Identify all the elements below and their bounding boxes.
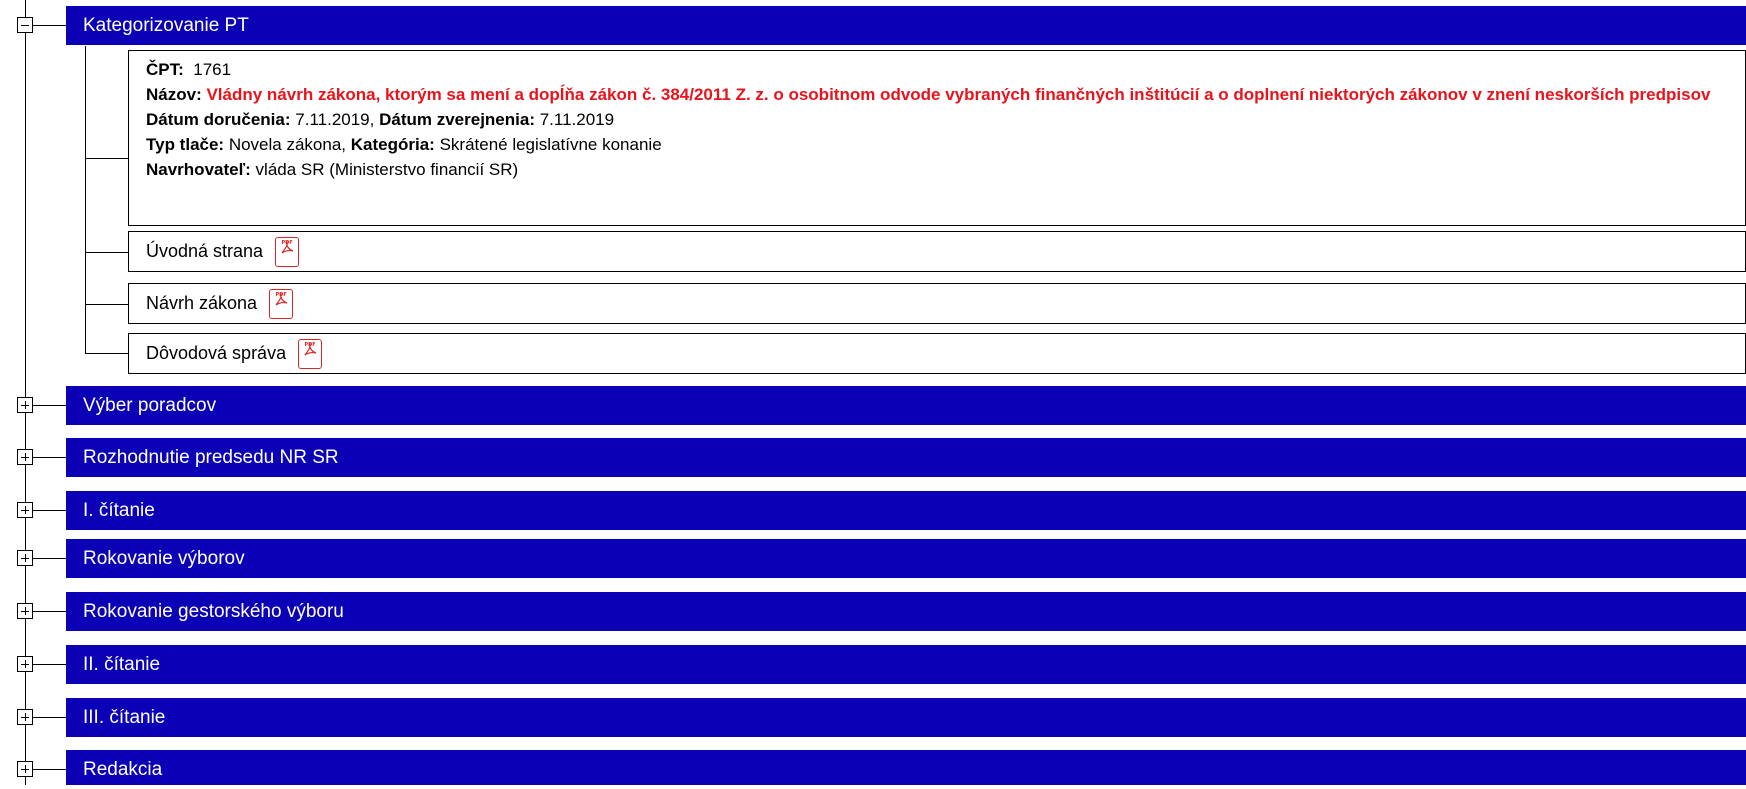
tree-connector bbox=[85, 158, 128, 159]
expand-toggle-redakcia[interactable] bbox=[17, 761, 33, 777]
tree-connector bbox=[85, 304, 128, 305]
typ-tlace-value: Novela zákona bbox=[228, 135, 342, 154]
document-navrh-zakona: Návrh zákona PDF bbox=[128, 283, 1746, 324]
nazov-label: Názov: bbox=[146, 85, 202, 104]
expand-toggle-rokovanie-vyborov[interactable] bbox=[17, 550, 33, 566]
expand-toggle-vyber-poradcov[interactable] bbox=[17, 397, 33, 413]
document-label: Úvodná strana bbox=[146, 241, 264, 261]
expand-toggle-rozhodnutie-predsedu[interactable] bbox=[17, 449, 33, 465]
expand-toggle-ii-citanie[interactable] bbox=[17, 656, 33, 672]
document-label: Dôvodová správa bbox=[146, 343, 287, 363]
tree-connector bbox=[85, 252, 128, 253]
tree-connector bbox=[33, 457, 66, 458]
document-label: Návrh zákona bbox=[146, 293, 258, 313]
section-rokovanie-vyborov[interactable]: Rokovanie výborov bbox=[66, 539, 1746, 578]
document-dovodova-sprava: Dôvodová správa PDF bbox=[128, 333, 1746, 374]
pdf-icon[interactable]: PDF bbox=[275, 236, 300, 267]
tree-connector bbox=[33, 611, 66, 612]
typ-tlace-label: Typ tlače: bbox=[146, 135, 225, 154]
expand-toggle-i-citanie[interactable] bbox=[17, 502, 33, 518]
tree-connector bbox=[33, 664, 66, 665]
navrhovatel-label: Navrhovateľ: bbox=[146, 160, 251, 179]
section-redakcia[interactable]: Redakcia bbox=[66, 750, 1746, 785]
tree-connector bbox=[33, 717, 66, 718]
tree-line-children bbox=[85, 46, 86, 353]
section-rokovanie-gestorskeho-vyboru[interactable]: Rokovanie gestorského výboru bbox=[66, 592, 1746, 631]
datum-zverejnenia-label: Dátum zverejnenia: bbox=[379, 110, 535, 129]
kategoria-label: Kategória: bbox=[350, 135, 435, 154]
expand-toggle-rokovanie-gestorskeho-vyboru[interactable] bbox=[17, 603, 33, 619]
cpt-label: ČPT: bbox=[146, 60, 184, 79]
datum-dorucenia-label: Dátum doručenia: bbox=[146, 110, 291, 129]
pdf-icon-label: PDF bbox=[304, 341, 316, 348]
tree-connector bbox=[33, 510, 66, 511]
expand-toggle-iii-citanie[interactable] bbox=[17, 709, 33, 725]
tree-connector bbox=[33, 558, 66, 559]
section-i-citanie[interactable]: I. čítanie bbox=[66, 491, 1746, 530]
datum-dorucenia-value: 7.11.2019 bbox=[295, 110, 370, 129]
tree-connector bbox=[33, 25, 66, 26]
bill-title: Vládny návrh zákona, ktorým sa mení a do… bbox=[206, 85, 1711, 104]
kategoria-value: Skrátené legislatívne konanie bbox=[439, 135, 662, 154]
document-uvodna-strana: Úvodná strana PDF bbox=[128, 231, 1746, 272]
tree-connector bbox=[33, 405, 66, 406]
pdf-icon-label: PDF bbox=[281, 239, 293, 246]
tree-connector bbox=[33, 769, 66, 770]
navrhovatel-value: vláda SR (Ministerstvo financií SR) bbox=[255, 160, 519, 179]
datum-zverejnenia-value: 7.11.2019 bbox=[539, 110, 615, 129]
cpt-value: 1761 bbox=[193, 60, 232, 79]
section-iii-citanie[interactable]: III. čítanie bbox=[66, 698, 1746, 737]
bill-details: ČPT: 1761 Názov: Vládny návrh zákona, kt… bbox=[128, 50, 1746, 226]
section-rozhodnutie-predsedu[interactable]: Rozhodnutie predsedu NR SR bbox=[66, 438, 1746, 477]
separator: , bbox=[369, 110, 380, 129]
separator: , bbox=[341, 135, 351, 154]
section-vyber-poradcov[interactable]: Výber poradcov bbox=[66, 386, 1746, 425]
pdf-icon[interactable]: PDF bbox=[269, 288, 294, 319]
section-kategorizovanie-pt[interactable]: Kategorizovanie PT bbox=[66, 6, 1746, 45]
pdf-icon-label: PDF bbox=[275, 291, 287, 298]
section-ii-citanie[interactable]: II. čítanie bbox=[66, 645, 1746, 684]
collapse-toggle-kategorizovanie[interactable] bbox=[17, 17, 33, 33]
tree-connector bbox=[85, 353, 128, 354]
pdf-icon[interactable]: PDF bbox=[298, 338, 323, 369]
